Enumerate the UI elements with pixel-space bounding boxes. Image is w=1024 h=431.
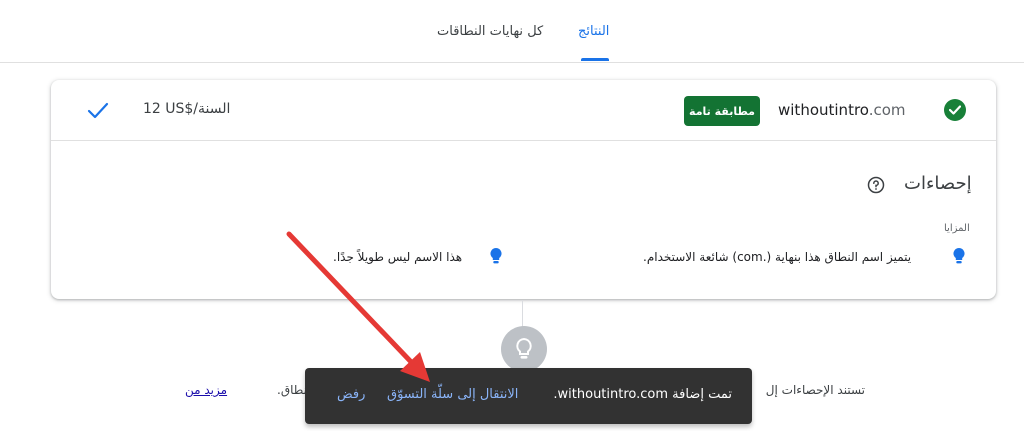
lightbulb-icon [952, 247, 966, 269]
stats-title: إحصاءات [904, 173, 972, 194]
snackbar-message: تمت إضافة withoutintro.com. [553, 387, 732, 402]
tab-bar: النتائج كل نهايات النطاقات [0, 0, 1024, 63]
advantage-item: يتميز اسم النطاق هذا بنهاية (.com) شائعة… [643, 250, 912, 264]
advantage-item: هذا الاسم ليس طويلاً جدًا. [333, 250, 463, 264]
timeline-line [522, 300, 523, 328]
domain-result-card: withoutintro.com مطابقة تامة 12 US$/السن… [51, 80, 996, 299]
domain-tld-label: .com [868, 101, 906, 119]
domain-name: withoutintro.com [778, 101, 906, 119]
advantages-label: المزايا [944, 223, 970, 234]
learn-more-link[interactable]: مزيد من [185, 383, 227, 397]
active-tab-indicator [581, 58, 609, 61]
help-icon[interactable] [867, 176, 885, 194]
go-to-cart-button[interactable]: الانتقال إلى سلّة التسوّق [387, 387, 518, 402]
lightbulb-icon [489, 247, 503, 269]
exact-match-badge: مطابقة تامة [684, 96, 760, 126]
domain-result-header[interactable]: withoutintro.com مطابقة تامة 12 US$/السن… [51, 80, 996, 141]
tab-all-extensions[interactable]: كل نهايات النطاقات [437, 24, 543, 39]
domain-name-label: withoutintro [778, 101, 869, 119]
tab-results[interactable]: النتائج [578, 24, 609, 39]
price-label: 12 US$/السنة [143, 101, 231, 117]
dismiss-button[interactable]: رفض [337, 387, 365, 402]
footnote-text-start: تستند الإحصاءات إل [765, 383, 865, 397]
check-circle-icon [944, 99, 966, 121]
checkmark-icon[interactable] [87, 102, 109, 124]
snackbar: تمت إضافة withoutintro.com. الانتقال إلى… [305, 368, 752, 424]
lightbulb-large-icon [501, 326, 547, 372]
